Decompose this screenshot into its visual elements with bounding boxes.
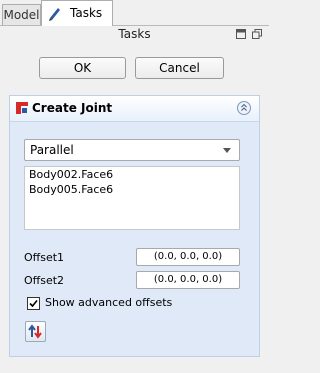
float-panel-icon[interactable] — [236, 29, 246, 39]
reverse-direction-button[interactable] — [25, 321, 46, 342]
offset1-field[interactable]: (0.0, 0.0, 0.0) — [136, 248, 240, 266]
cancel-button[interactable]: Cancel — [135, 57, 224, 79]
panel-title: Tasks — [118, 27, 151, 41]
tab-tasks[interactable]: Tasks — [41, 0, 113, 26]
show-advanced-checkbox[interactable] — [27, 297, 40, 310]
pencil-icon — [49, 8, 60, 21]
tab-model[interactable]: Model — [2, 4, 41, 25]
offset1-label: Offset1 — [24, 251, 65, 264]
taskbox-header: Create Joint — [10, 96, 259, 122]
list-item[interactable]: Body005.Face6 — [25, 182, 239, 197]
taskbox-title: Create Joint — [32, 101, 113, 115]
checkmark-icon — [29, 299, 38, 308]
show-advanced-label: Show advanced offsets — [45, 296, 173, 309]
offset2-field[interactable]: (0.0, 0.0, 0.0) — [136, 271, 240, 289]
selection-list[interactable]: Body002.Face6 Body005.Face6 — [24, 166, 240, 230]
create-joint-icon — [16, 102, 28, 114]
list-item[interactable]: Body002.Face6 — [25, 167, 239, 182]
tab-tasks-label: Tasks — [70, 6, 103, 20]
joint-type-select[interactable]: Parallel — [24, 139, 240, 161]
joint-type-value: Parallel — [30, 143, 74, 157]
chevron-down-icon — [223, 148, 231, 153]
offset2-label: Offset2 — [24, 274, 65, 287]
close-panel-icon[interactable] — [252, 29, 262, 39]
collapse-icon[interactable] — [237, 101, 251, 115]
ok-button[interactable]: OK — [39, 57, 126, 79]
create-joint-taskbox: Create Joint Parallel Body002.Face6 Body… — [9, 95, 260, 357]
tab-bar: Model Tasks — [0, 0, 269, 26]
swap-arrows-icon — [28, 324, 42, 339]
